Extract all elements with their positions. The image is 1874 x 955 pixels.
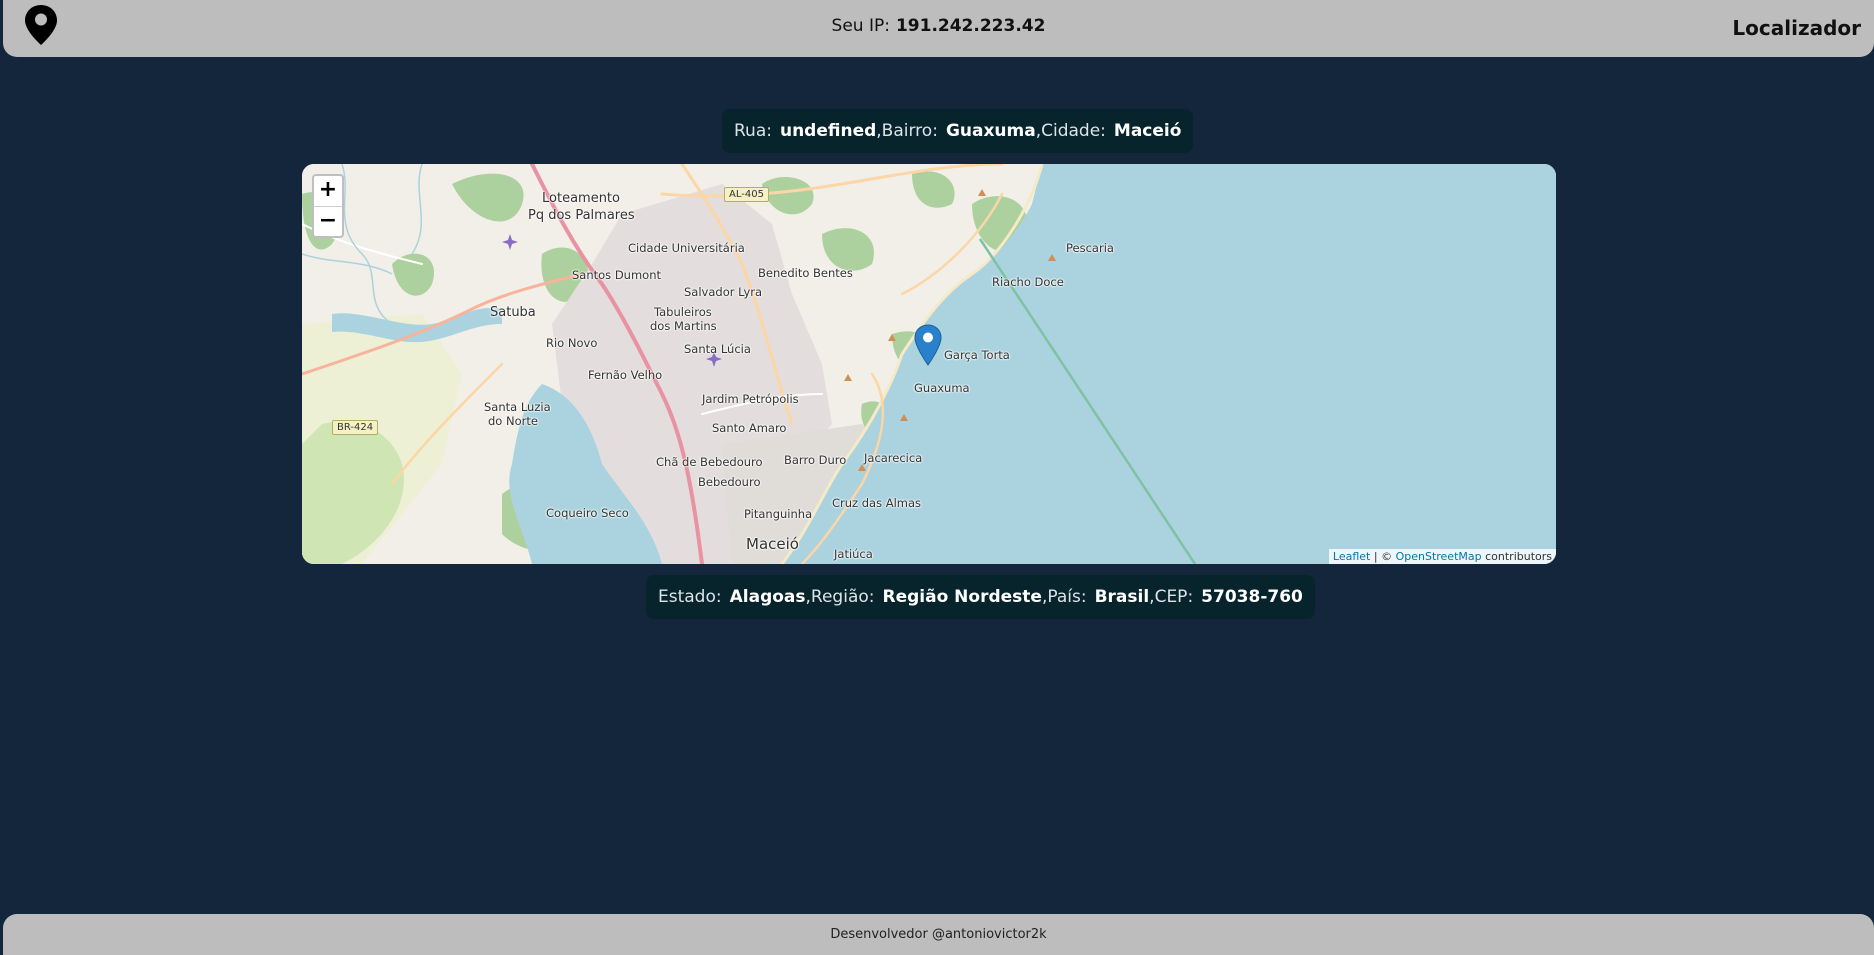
bairro-label: ,Bairro: — [876, 121, 938, 141]
place-label: Cruz das Almas — [832, 496, 922, 510]
place-label: Tabuleiros — [654, 305, 712, 319]
top-bar: Seu IP: 191.242.223.42 Localizador — [3, 0, 1874, 57]
place-label: Garça Torta — [944, 348, 1010, 362]
estado-label: Estado: — [658, 587, 722, 607]
place-label: Cidade Universitária — [628, 241, 745, 255]
zoom-in-button[interactable]: + — [314, 176, 342, 206]
place-label: Salvador Lyra — [684, 285, 763, 299]
cidade-label: ,Cidade: — [1035, 121, 1106, 141]
pais-value: Brasil — [1094, 587, 1150, 607]
location-info-box: Estado: Alagoas,Região: Região Nordeste,Pa… — [646, 575, 1315, 619]
place-label: Rio Novo — [546, 336, 598, 350]
place-label: Fernão Velho — [588, 368, 663, 382]
place-label: Pitanguinha — [744, 507, 813, 521]
place-label: Santa Lúcia — [684, 342, 751, 356]
developer-credit: Desenvolvedor @antoniovictor2k — [830, 927, 1047, 942]
place-label: Jacarecica — [864, 451, 923, 465]
bairro-value: Guaxuma — [945, 121, 1036, 141]
place-label: Jatiúca — [834, 547, 873, 561]
place-label: Santo Amaro — [712, 421, 787, 435]
place-label: Santos Dumont — [572, 268, 662, 282]
cidade-value: Maceió — [1113, 121, 1182, 141]
place-label: Chã de Bebedouro — [656, 455, 763, 469]
address-info-box: Rua: undefined,Bairro: Guaxuma,Cidade: Mace… — [722, 109, 1194, 153]
place-label: Riacho Doce — [992, 275, 1064, 289]
road-shield: AL-405 — [724, 187, 769, 202]
map-attribution: Leaflet | © OpenStreetMap contributors — [1328, 549, 1556, 564]
place-label: Pescaria — [1066, 241, 1114, 255]
ip-display: Seu IP: 191.242.223.42 — [3, 16, 1874, 36]
regiao-value: Região Nordeste — [882, 587, 1042, 607]
place-label: Maceió — [746, 535, 799, 553]
place-label: Santa Luzia — [484, 400, 551, 414]
map-marker-icon[interactable] — [914, 324, 942, 366]
estado-value: Alagoas — [729, 587, 806, 607]
pais-label: ,País: — [1041, 587, 1087, 607]
ip-label: Seu IP: — [831, 16, 890, 36]
cep-label: ,CEP: — [1149, 587, 1194, 607]
place-label: Guaxuma — [914, 381, 970, 395]
place-label: Jardim Petrópolis — [702, 392, 799, 406]
place-label: Benedito Bentes — [758, 266, 853, 280]
place-label: Coqueiro Seco — [546, 506, 629, 520]
place-label: Satuba — [490, 305, 536, 320]
ip-value: 191.242.223.42 — [895, 16, 1046, 36]
place-label: Pq dos Palmares — [528, 208, 635, 223]
place-label: dos Martins — [650, 319, 717, 333]
zoom-out-button[interactable]: − — [314, 206, 342, 236]
rua-value: undefined — [779, 121, 877, 141]
place-label: do Norte — [488, 414, 538, 428]
regiao-label: ,Região: — [805, 587, 875, 607]
openstreetmap-link[interactable]: OpenStreetMap — [1396, 550, 1482, 563]
footer-bar: Desenvolvedor @antoniovictor2k — [3, 914, 1874, 955]
place-label: Bebedouro — [698, 475, 761, 489]
app-title: Localizador — [1732, 16, 1861, 40]
zoom-control: + − — [312, 174, 344, 238]
place-label: Loteamento — [542, 191, 620, 206]
rua-label: Rua: — [734, 121, 772, 141]
attribution-separator: | © — [1370, 550, 1396, 563]
place-label: Barro Duro — [784, 453, 847, 467]
cep-value: 57038-760 — [1201, 587, 1303, 607]
map-container[interactable]: + − AL-405 BR-424 Loteamento Pq dos Palm… — [302, 164, 1556, 564]
attribution-contributors: contributors — [1481, 550, 1552, 563]
leaflet-link[interactable]: Leaflet — [1333, 550, 1370, 563]
road-shield: BR-424 — [332, 420, 379, 435]
